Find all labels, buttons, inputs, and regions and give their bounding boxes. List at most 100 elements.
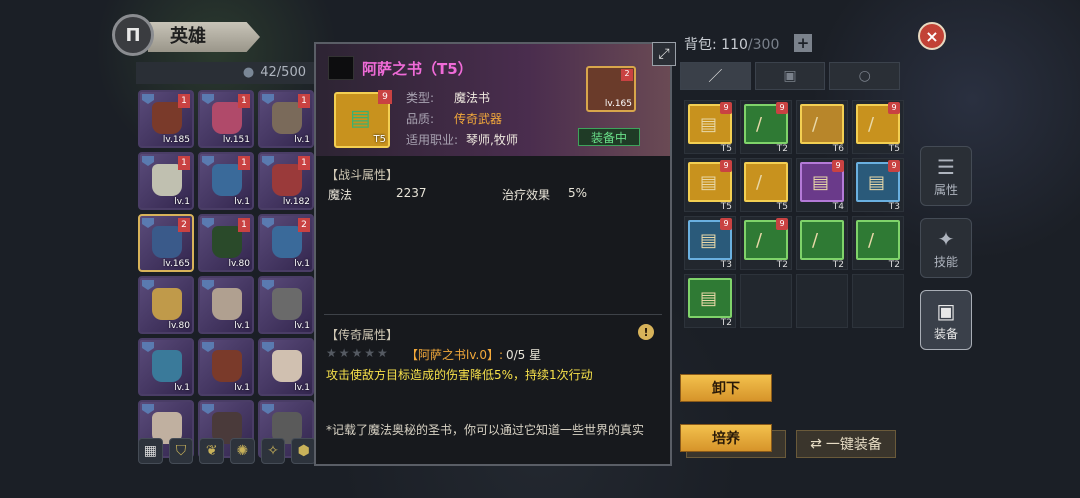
- side-tab-attributes[interactable]: ☰ 属性: [920, 146, 972, 206]
- page-title: 英雄: [148, 22, 260, 52]
- tab-weapon[interactable]: ／: [680, 62, 751, 90]
- bag-item[interactable]: ▤ 9 T5: [688, 102, 732, 154]
- hero-level: lv.182: [282, 197, 310, 207]
- bag-item[interactable]: / T6: [800, 104, 844, 154]
- bag-label: 背包: 110/300: [684, 34, 779, 54]
- hero-card[interactable]: 1 lv.182: [258, 152, 314, 210]
- bag-item[interactable]: ▤ 9 T5: [688, 160, 732, 212]
- item-header: 阿萨之书（T5） ▤ 9 T5 类型: 魔法书 品质: 传奇武器 适用职业: 琴师,牧…: [316, 44, 670, 156]
- hero-rank: 1: [238, 94, 250, 108]
- item-count: 9: [776, 102, 788, 114]
- hero-card[interactable]: 1 lv.1: [198, 152, 254, 210]
- bag-slot[interactable]: / T5: [740, 158, 792, 212]
- hero-card[interactable]: 2 lv.1: [258, 214, 314, 272]
- item-tier: T5: [888, 144, 900, 154]
- bag-expand-button[interactable]: +: [794, 34, 812, 52]
- bag-item[interactable]: ▤ T2: [688, 278, 732, 328]
- tab-accessory[interactable]: ○: [829, 62, 901, 90]
- filter-compass-icon[interactable]: ✧: [260, 438, 286, 464]
- bag-slot[interactable]: ▤ 9 T5: [684, 158, 736, 212]
- bag-slot[interactable]: [796, 274, 848, 328]
- item-tier: T5: [720, 144, 732, 154]
- bag-item[interactable]: / 9 T2: [744, 218, 788, 270]
- bag-item[interactable]: / 9 T2: [744, 102, 788, 154]
- bag-slot[interactable]: / 9 T2: [740, 216, 792, 270]
- staff-icon: /: [812, 114, 819, 135]
- bag-item[interactable]: / 9 T5: [856, 102, 900, 154]
- info-icon[interactable]: !: [638, 324, 654, 340]
- hero-portrait: [212, 288, 242, 320]
- bag-item[interactable]: / T2: [800, 220, 844, 270]
- class-badge-icon: [142, 280, 154, 290]
- expand-icon[interactable]: ⤢: [652, 42, 676, 66]
- hero-card[interactable]: lv.1: [258, 276, 314, 334]
- bag-slot[interactable]: ▤ 9 T3: [684, 216, 736, 270]
- book-icon: ▤: [700, 114, 718, 135]
- hero-rank: 1: [238, 156, 250, 170]
- equipped-hero-level: lv.165: [604, 99, 632, 109]
- unequip-button[interactable]: 卸下: [680, 374, 772, 402]
- hero-rank: 2: [178, 218, 190, 232]
- auto-equip-button[interactable]: ⇄ 一键装备: [796, 430, 896, 458]
- filter-crest-icon[interactable]: ⬢: [291, 438, 317, 464]
- bag-item[interactable]: / T5: [744, 162, 788, 212]
- bag-grid: ▤ 9 T5/9 T2/T6/9 T5 ▤ 9 T5/T5 ▤ 9 T4 ▤ 9 T3 ▤ 9 T3/9 T2/T…: [684, 100, 904, 364]
- type-label: 类型:: [406, 91, 435, 105]
- hero-card[interactable]: lv.1: [258, 338, 314, 396]
- class-label: 适用职业:: [406, 133, 459, 147]
- hero-card[interactable]: lv.1: [198, 338, 254, 396]
- train-button[interactable]: 培养: [680, 424, 772, 452]
- bag-slot[interactable]: / T2: [852, 216, 904, 270]
- item-count: 9: [720, 102, 732, 114]
- bag-item[interactable]: ▤ 9 T4: [800, 160, 844, 212]
- bag-slot[interactable]: / T6: [796, 100, 848, 154]
- tab-armor[interactable]: ▣: [754, 62, 826, 90]
- hero-rank: 1: [238, 218, 250, 232]
- item-tier: T4: [832, 202, 844, 212]
- bag-slot[interactable]: ▤ T2: [684, 274, 736, 328]
- bag-slot[interactable]: ▤ 9 T4: [796, 158, 848, 212]
- class-badge-icon: [262, 156, 274, 166]
- side-tab-label: 装备: [933, 326, 958, 341]
- item-count: 9: [776, 218, 788, 230]
- hero-card[interactable]: lv.1: [138, 338, 194, 396]
- bag-item[interactable]: / T2: [856, 220, 900, 270]
- stat-heal-value: 5%: [568, 186, 588, 200]
- hero-card[interactable]: lv.1: [198, 276, 254, 334]
- side-tab-equipment[interactable]: ▣ 装备: [920, 290, 972, 350]
- filter-shield-icon[interactable]: ⛉: [168, 438, 194, 464]
- bag-slot[interactable]: [740, 274, 792, 328]
- class-badge-icon: [142, 404, 154, 414]
- hero-card[interactable]: 1 lv.1: [138, 152, 194, 210]
- bag-slot[interactable]: ▤ 9 T5: [684, 100, 736, 154]
- hero-card[interactable]: lv.80: [138, 276, 194, 334]
- hero-card[interactable]: 1 lv.151: [198, 90, 254, 148]
- class-badge-icon: [142, 94, 154, 104]
- item-tier: T2: [888, 260, 900, 270]
- hero-level: lv.1: [294, 321, 310, 331]
- bag-slot[interactable]: / T2: [796, 216, 848, 270]
- quality-value: 传奇武器: [454, 112, 503, 126]
- hero-count-value: 42/500: [260, 65, 306, 80]
- hero-card[interactable]: 2 lv.165: [138, 214, 194, 272]
- bag-item[interactable]: ▤ 9 T3: [688, 218, 732, 270]
- bag-slot[interactable]: / 9 T5: [852, 100, 904, 154]
- filter-leaf-icon[interactable]: ❦: [199, 438, 225, 464]
- bag-item[interactable]: ▤ 9 T3: [856, 160, 900, 212]
- hero-card[interactable]: 1 lv.185: [138, 90, 194, 148]
- side-tab-skills[interactable]: ✦ 技能: [920, 218, 972, 278]
- equipped-hero-portrait[interactable]: 2 lv.165: [586, 66, 636, 112]
- hero-card[interactable]: 1 lv.80: [198, 214, 254, 272]
- filter-grid-icon[interactable]: ▦: [138, 438, 163, 464]
- hero-card[interactable]: 1 lv.1: [258, 90, 314, 148]
- bag-slot[interactable]: [852, 274, 904, 328]
- bag-slot[interactable]: / 9 T2: [740, 100, 792, 154]
- item-tier: T3: [888, 202, 900, 212]
- hero-level: lv.80: [228, 259, 250, 269]
- close-button[interactable]: ×: [918, 22, 946, 50]
- staff-icon: /: [868, 114, 875, 135]
- hero-level: lv.1: [234, 321, 250, 331]
- item-tier: T2: [720, 318, 732, 328]
- filter-gear-icon[interactable]: ✺: [230, 438, 255, 464]
- bag-slot[interactable]: ▤ 9 T3: [852, 158, 904, 212]
